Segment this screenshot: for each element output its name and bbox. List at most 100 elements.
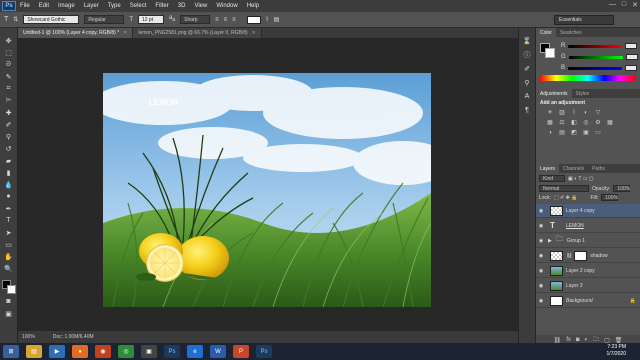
menu-edit[interactable]: Edit	[39, 3, 49, 9]
app-icon[interactable]: ◉	[95, 345, 111, 358]
close-tab-icon[interactable]: ✕	[123, 30, 127, 36]
gradient-map-icon[interactable]: ▭	[594, 129, 602, 136]
vibrance-icon[interactable]: ▽	[594, 109, 602, 116]
workspace-switcher[interactable]: Essentials	[554, 15, 614, 25]
clone-source-icon[interactable]: ⚲	[522, 78, 533, 87]
character-panel-strip-icon[interactable]: A	[522, 92, 533, 101]
tab-color[interactable]: Color	[536, 28, 556, 37]
path-select-tool-icon[interactable]: ➤	[3, 228, 14, 237]
tab-swatches[interactable]: Swatches	[556, 28, 586, 37]
history-panel-icon[interactable]: ⌛	[522, 36, 533, 45]
layer-row-background[interactable]: ◉ Background 🔒	[536, 294, 640, 308]
background-color-swatch[interactable]	[545, 48, 555, 58]
visibility-eye-icon[interactable]: ◉	[536, 298, 546, 304]
text-layer-lemon[interactable]: LEMON	[149, 98, 178, 107]
menu-help[interactable]: Help	[247, 3, 259, 9]
minimize-button[interactable]: —	[609, 1, 616, 9]
quick-mask-icon[interactable]: ◙	[3, 297, 14, 306]
history-brush-tool-icon[interactable]: ↺	[3, 144, 14, 153]
screen-mode-icon[interactable]: ▣	[3, 309, 14, 318]
text-orientation-icon[interactable]: ⇅	[13, 16, 18, 23]
menu-select[interactable]: Select	[130, 3, 147, 9]
firefox-icon[interactable]: ●	[72, 345, 88, 358]
hand-tool-icon[interactable]: ✋	[3, 252, 14, 261]
font-style-select[interactable]: Regular	[84, 15, 125, 24]
menu-view[interactable]: View	[194, 3, 207, 9]
color-spectrum-bar[interactable]	[540, 75, 636, 81]
tab-channels[interactable]: Channels	[559, 164, 588, 173]
media-player-icon[interactable]: ▶	[49, 345, 65, 358]
layer-name[interactable]: shadow	[590, 253, 607, 259]
type-tool-icon-sidebar[interactable]: T	[3, 216, 14, 225]
crop-tool-icon[interactable]: ⌗	[3, 84, 14, 93]
align-right-icon[interactable]: ≡	[232, 17, 236, 23]
red-slider[interactable]	[568, 44, 623, 48]
layer-row-layer-2[interactable]: ◉ Layer 2	[536, 279, 640, 293]
layer-name[interactable]: Background	[566, 298, 593, 304]
menu-file[interactable]: File	[20, 3, 30, 9]
visibility-eye-icon[interactable]: ◉	[536, 208, 546, 214]
properties-panel-icon[interactable]: ⓘ	[522, 50, 533, 59]
word-icon[interactable]: W	[210, 345, 226, 358]
color-lookup-icon[interactable]: ▦	[606, 119, 614, 126]
font-size-select[interactable]: 12 pt	[137, 15, 164, 24]
tab-lemon-png[interactable]: lemon_PNG2581.png @ 66.7% (Layer 0, RGB/…	[133, 28, 262, 38]
layer-name[interactable]: LEMON	[566, 223, 584, 229]
visibility-eye-icon[interactable]: ◉	[536, 238, 546, 244]
chrome-icon[interactable]: ◎	[118, 345, 134, 358]
red-value[interactable]	[625, 43, 638, 49]
zoom-level[interactable]: 100%	[22, 334, 35, 340]
menu-type[interactable]: Type	[108, 3, 121, 9]
quick-select-tool-icon[interactable]: ✎	[3, 72, 14, 81]
black-white-icon[interactable]: ◧	[570, 119, 578, 126]
photoshop-alt-icon[interactable]: Ps	[256, 345, 272, 358]
layer-row-lemon-text[interactable]: ◉ T LEMON	[536, 219, 640, 233]
invert-icon[interactable]: ◑	[546, 129, 554, 136]
menu-image[interactable]: Image	[58, 3, 75, 9]
healing-brush-tool-icon[interactable]: ✚	[3, 108, 14, 117]
system-clock[interactable]: 7:23 PM 1/7/2020	[607, 344, 626, 358]
levels-icon[interactable]: ▥	[558, 109, 566, 116]
character-panel-icon[interactable]: ▤	[274, 16, 280, 23]
tab-layers[interactable]: Layers	[536, 164, 560, 173]
document-canvas[interactable]: LEMON	[103, 73, 431, 307]
doc-size[interactable]: Doc: 1.00M/6.40M	[53, 334, 94, 340]
paragraph-panel-icon[interactable]: ¶	[522, 106, 533, 115]
color-balance-icon[interactable]: ⚖	[558, 119, 566, 126]
group-expand-icon[interactable]: ▶	[548, 238, 552, 244]
font-family-select[interactable]: Showcard Gothic	[23, 15, 80, 24]
align-left-icon[interactable]: ≡	[215, 17, 219, 23]
filter-pixel-icon[interactable]: ▣ ◐ T ▭ ▢	[568, 176, 594, 182]
marquee-tool-icon[interactable]: ⬚	[3, 48, 14, 57]
powerpoint-icon[interactable]: P	[233, 345, 249, 358]
opacity-field[interactable]: 100%	[613, 185, 631, 192]
visibility-eye-icon[interactable]: ◉	[536, 253, 546, 259]
move-tool-icon[interactable]: ✥	[3, 36, 14, 45]
hue-saturation-icon[interactable]: ▦	[546, 119, 554, 126]
exposure-icon[interactable]: ◐	[582, 109, 590, 116]
layer-filter-kind[interactable]: Kind	[539, 175, 565, 182]
close-tab-icon[interactable]: ✕	[252, 30, 256, 36]
brightness-contrast-icon[interactable]: ☀	[546, 109, 554, 116]
zoom-tool-icon[interactable]: 🔍	[3, 264, 14, 273]
layer-mask-thumbnail[interactable]	[574, 250, 588, 261]
photoshop-taskbar-icon[interactable]: Ps	[164, 345, 180, 358]
layer-name[interactable]: Layer 2	[566, 283, 583, 289]
eraser-tool-icon[interactable]: ▰	[3, 156, 14, 165]
menu-window[interactable]: Window	[216, 3, 237, 9]
ie-icon[interactable]: e	[187, 345, 203, 358]
menu-3d[interactable]: 3D	[178, 3, 186, 9]
tab-paths[interactable]: Paths	[588, 164, 609, 173]
visibility-eye-icon[interactable]: ◉	[536, 268, 546, 274]
layer-row-layer-4-copy[interactable]: ◉ Layer 4 copy	[536, 204, 640, 218]
layer-row-layer-2-copy[interactable]: ◉ Layer 2 copy	[536, 264, 640, 278]
lock-icons[interactable]: ⬚ ✐ ✥ 🔒	[554, 195, 578, 201]
curves-icon[interactable]: ⌇	[570, 109, 578, 116]
blue-value[interactable]	[625, 65, 638, 71]
maximize-button[interactable]: □	[622, 1, 626, 9]
visibility-eye-icon[interactable]: ◉	[536, 223, 546, 229]
blur-tool-icon[interactable]: 💧	[3, 180, 14, 189]
posterize-icon[interactable]: ▤	[558, 129, 566, 136]
photo-filter-icon[interactable]: ◎	[582, 119, 590, 126]
layer-name[interactable]: Layer 4 copy	[566, 208, 595, 214]
